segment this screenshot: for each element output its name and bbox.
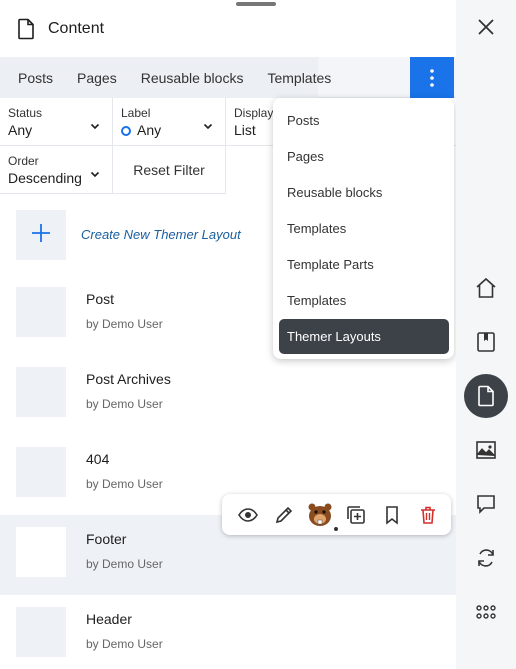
order-filter[interactable]: Order Descending — [0, 146, 113, 194]
document-icon — [16, 18, 36, 40]
chevron-down-icon — [90, 166, 100, 178]
list-item[interactable]: Header by Demo User — [0, 595, 456, 669]
item-author: by Demo User — [86, 397, 163, 411]
content-panel: Content Posts Pages Reusable blocks Temp… — [0, 0, 456, 669]
menu-item-templates[interactable]: Templates — [279, 211, 449, 246]
status-filter[interactable]: Status Any — [0, 98, 113, 146]
chevron-down-icon — [90, 118, 100, 130]
menu-item-template-parts[interactable]: Template Parts — [279, 247, 449, 282]
reset-filter-button[interactable]: Reset Filter — [113, 146, 226, 194]
close-icon[interactable] — [476, 17, 496, 37]
create-layout-link[interactable]: Create New Themer Layout — [81, 227, 241, 242]
status-dot — [334, 526, 338, 531]
tab-posts[interactable]: Posts — [0, 70, 53, 86]
item-author: by Demo User — [86, 477, 163, 491]
radio-icon — [121, 126, 131, 136]
tab-reusable-blocks[interactable]: Reusable blocks — [117, 70, 244, 86]
item-author: by Demo User — [86, 317, 163, 331]
item-thumbnail — [16, 527, 66, 577]
list-item[interactable]: Post Archives by Demo User — [0, 355, 456, 435]
item-title: Post Archives — [86, 371, 171, 387]
menu-item-templates-2[interactable]: Templates — [279, 283, 449, 318]
item-author: by Demo User — [86, 637, 163, 651]
tabs: Posts Pages Reusable blocks Templates — [0, 57, 331, 98]
tab-bar: Posts Pages Reusable blocks Templates — [0, 57, 456, 98]
sync-icon[interactable] — [464, 536, 508, 580]
menu-item-themer-layouts[interactable]: Themer Layouts — [279, 319, 449, 354]
item-author: by Demo User — [86, 557, 163, 571]
trash-icon[interactable] — [410, 497, 446, 533]
pencil-icon[interactable] — [266, 497, 302, 533]
tab-pages[interactable]: Pages — [53, 70, 117, 86]
more-menu-button[interactable] — [410, 57, 454, 98]
menu-item-pages[interactable]: Pages — [279, 139, 449, 174]
item-title: 404 — [86, 451, 110, 467]
plus-icon — [31, 223, 51, 248]
tab-templates[interactable]: Templates — [243, 70, 331, 86]
item-action-bar — [222, 494, 451, 535]
content-icon[interactable] — [464, 374, 508, 418]
chevron-down-icon — [203, 118, 213, 130]
comment-icon[interactable] — [464, 482, 508, 526]
item-thumbnail — [16, 367, 66, 417]
item-thumbnail — [16, 607, 66, 657]
panel-header: Content — [0, 0, 456, 57]
saved-icon[interactable] — [464, 320, 508, 364]
home-icon[interactable] — [464, 266, 508, 310]
bookmark-icon[interactable] — [374, 497, 410, 533]
menu-item-posts[interactable]: Posts — [279, 103, 449, 138]
label-filter-value: Any — [137, 122, 162, 138]
media-icon[interactable] — [464, 428, 508, 472]
duplicate-icon[interactable] — [338, 497, 374, 533]
item-title: Post — [86, 291, 115, 307]
menu-item-reusable-blocks[interactable]: Reusable blocks — [279, 175, 449, 210]
content-type-menu: Posts Pages Reusable blocks Templates Te… — [273, 98, 454, 359]
eye-icon[interactable] — [230, 497, 266, 533]
panel-title: Content — [48, 19, 105, 37]
item-title: Header — [86, 611, 132, 627]
create-layout-button[interactable] — [16, 210, 66, 260]
item-thumbnail — [16, 447, 66, 497]
item-title: Footer — [86, 531, 127, 547]
label-filter[interactable]: Label Any — [113, 98, 226, 146]
apps-icon[interactable] — [464, 590, 508, 634]
kebab-icon — [430, 68, 434, 87]
item-thumbnail — [16, 287, 66, 337]
beaver-icon[interactable] — [302, 497, 338, 533]
